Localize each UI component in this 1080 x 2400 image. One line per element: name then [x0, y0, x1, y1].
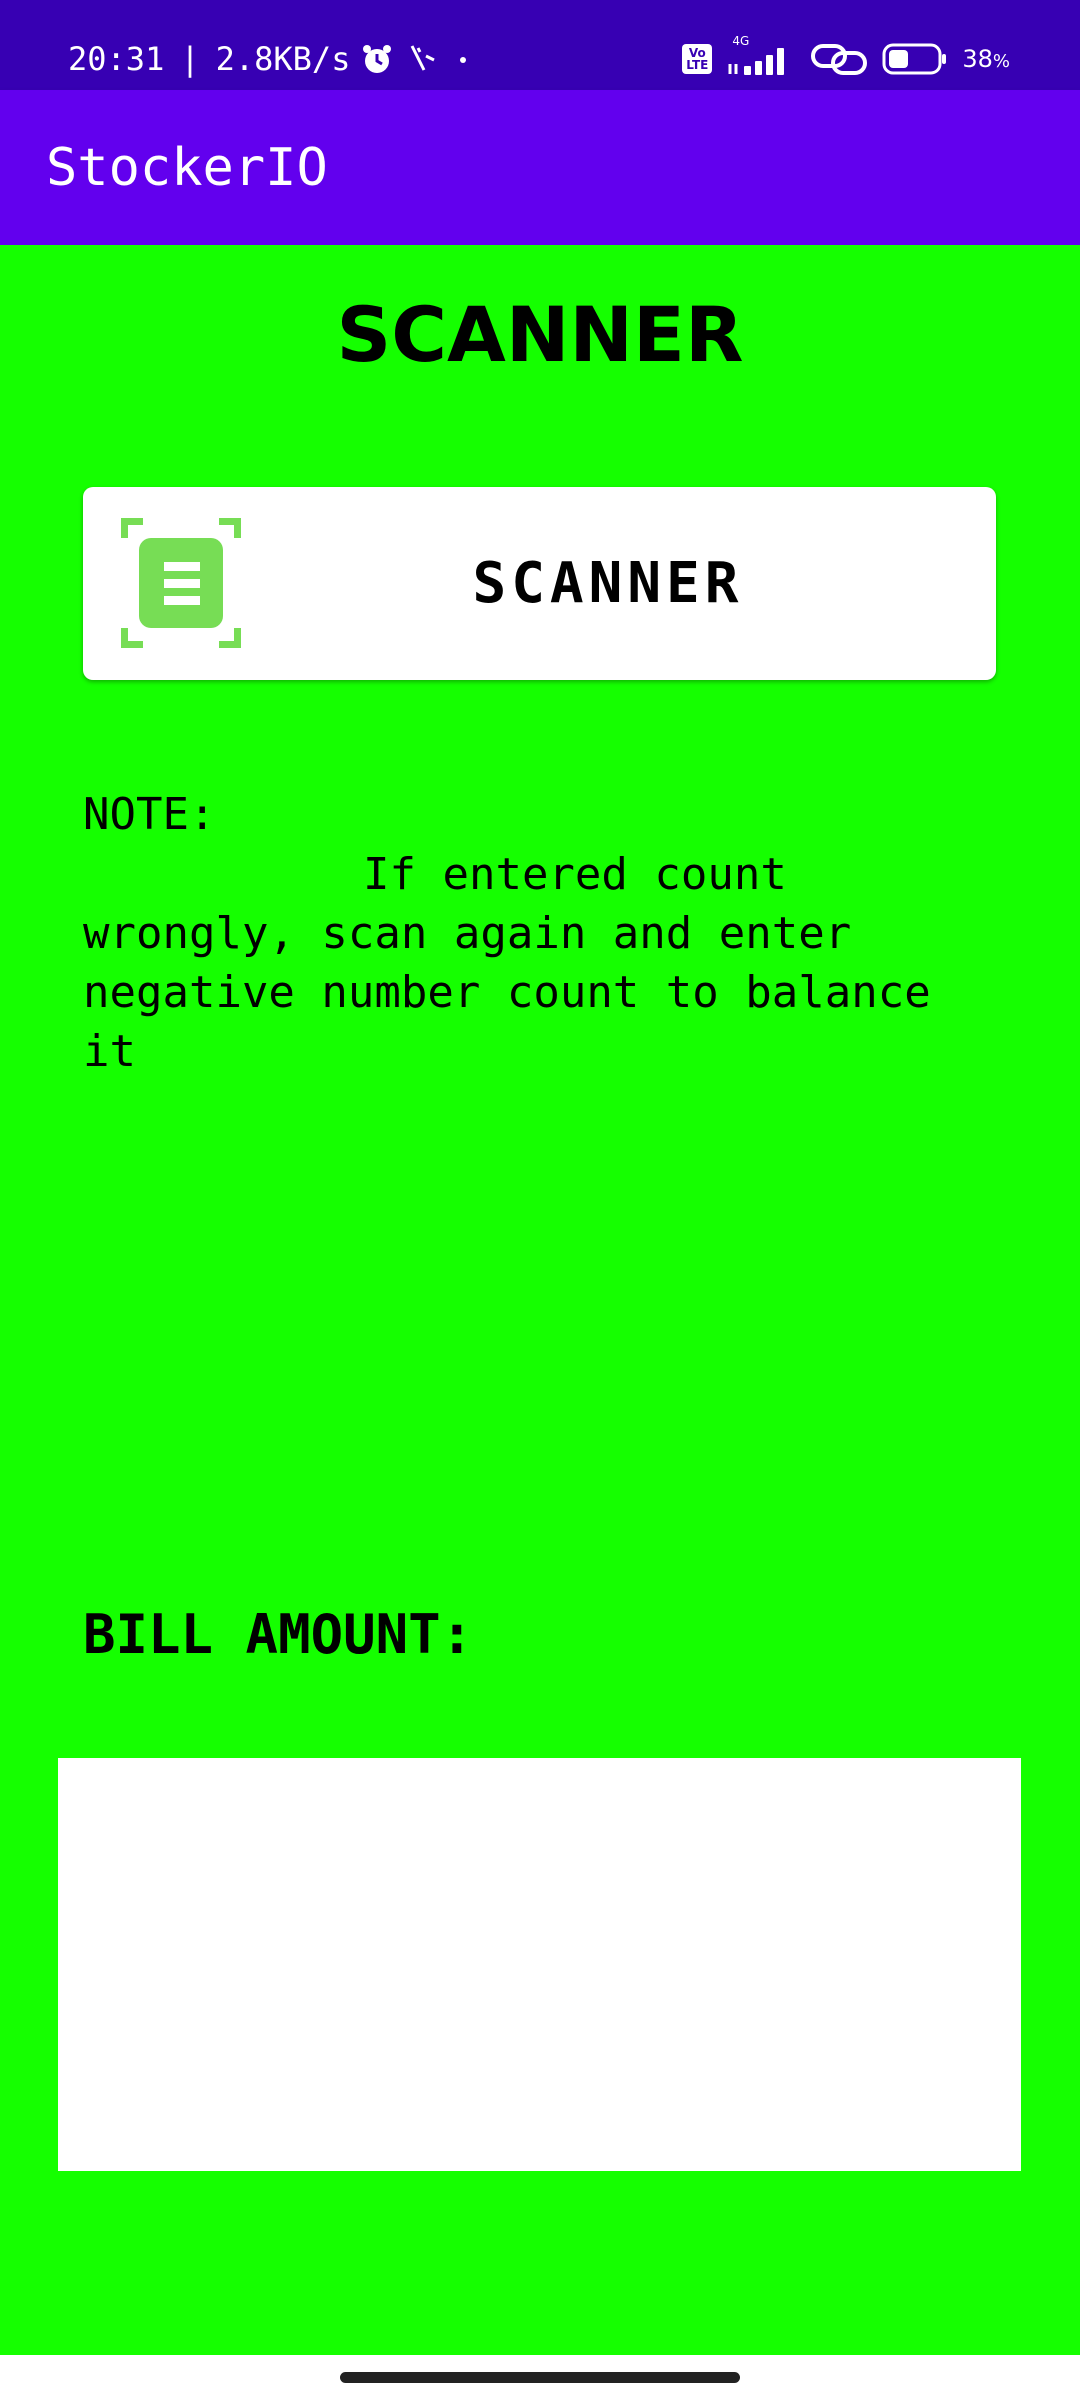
- bill-amount-label: BILL AMOUNT:: [83, 1603, 474, 1666]
- network-type: 4G: [732, 34, 750, 48]
- alarm-icon: [363, 45, 392, 73]
- battery-icon: [882, 43, 947, 75]
- app-bar: StockerIO: [0, 90, 1080, 245]
- dot-icon: [460, 57, 467, 63]
- status-time: 20:31: [68, 40, 165, 78]
- battery-percent: 38%: [962, 45, 1010, 73]
- network-speed: 2.8KB/s: [215, 40, 351, 78]
- home-indicator[interactable]: [340, 2372, 740, 2383]
- navigation-bar: [0, 2355, 1080, 2400]
- document-scanner-icon: [121, 518, 241, 648]
- scan-button-label: SCANNER: [472, 551, 744, 616]
- scan-button[interactable]: SCANNER: [83, 487, 996, 680]
- status-left: 20:31 | 2.8KB/s: [68, 38, 478, 80]
- status-right: Vo LTE 4G 38%: [682, 34, 1010, 80]
- bill-amount-box: [58, 1758, 1021, 2171]
- usb-debug-icon: [411, 45, 436, 71]
- volte-line2: LTE: [686, 58, 709, 72]
- page-heading: SCANNER: [336, 290, 744, 379]
- app-title: StockerIO: [46, 138, 328, 198]
- battery-value: 38: [962, 45, 993, 73]
- volte-icon: Vo LTE: [682, 44, 713, 74]
- note-body: If entered count wrongly, scan again and…: [83, 849, 931, 1077]
- status-bar: 20:31 | 2.8KB/s Vo LTE 4G 38%: [0, 0, 1080, 90]
- status-separator: |: [180, 40, 200, 78]
- link-icon: [811, 44, 868, 75]
- signal-icon: 4G: [726, 34, 796, 78]
- battery-unit: %: [992, 51, 1010, 72]
- note-title: NOTE:: [83, 789, 216, 840]
